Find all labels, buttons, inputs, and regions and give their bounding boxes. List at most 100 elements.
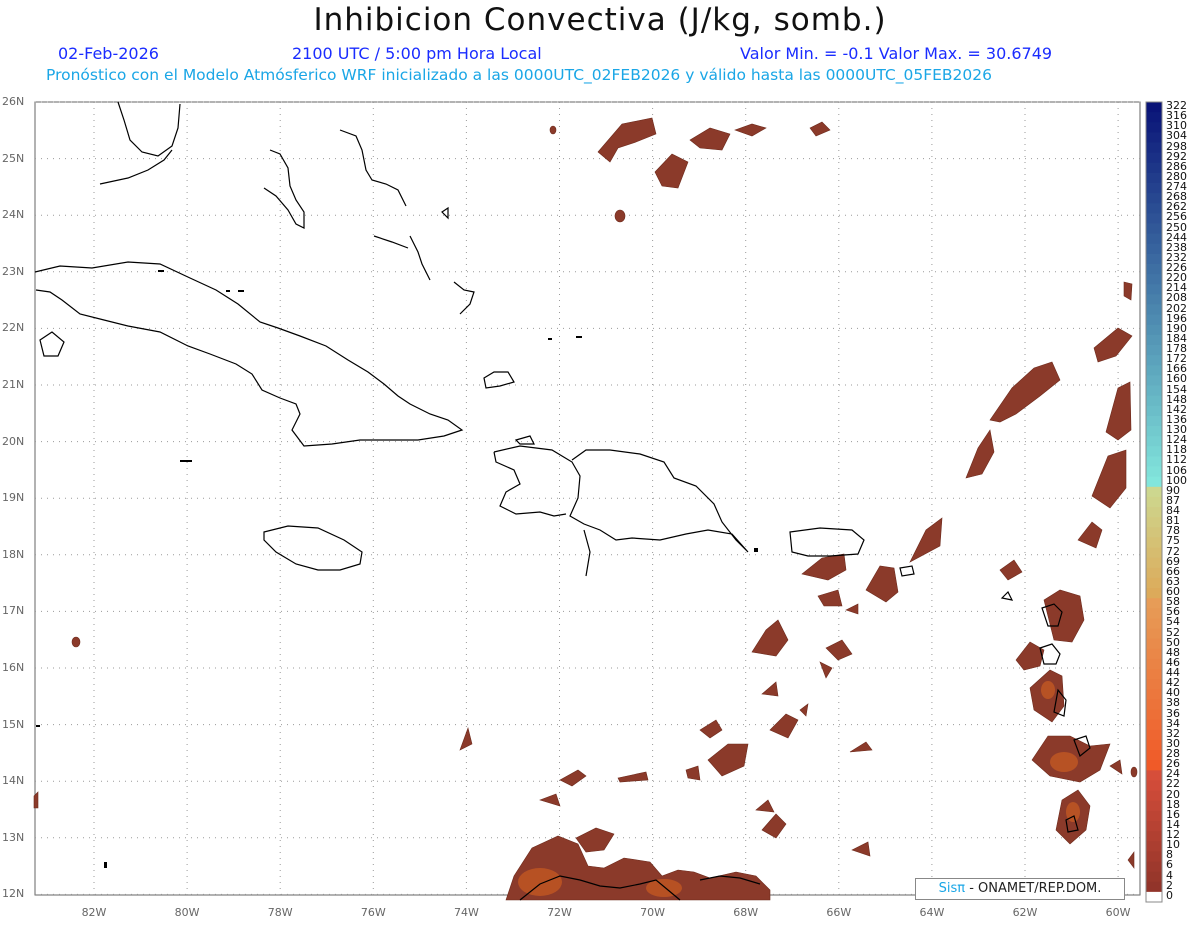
colorbar-swatch: [1146, 385, 1162, 397]
colorbar-swatch: [1146, 598, 1162, 609]
colorbar-swatch: [1146, 820, 1162, 832]
colorbar-swatch: [1146, 415, 1162, 427]
colorbar-swatch: [1146, 334, 1162, 346]
lon-tick-label: 74W: [453, 906, 479, 919]
colorbar-swatch: [1146, 770, 1162, 781]
colorbar-swatch: [1146, 618, 1162, 629]
colorbar-swatch: [1146, 679, 1162, 690]
colorbar-swatch: [1146, 203, 1162, 214]
colorbar-swatch: [1146, 760, 1162, 771]
colorbar-swatch: [1146, 658, 1162, 670]
colorbar-swatch: [1146, 638, 1162, 650]
colorbar-swatch: [1146, 739, 1162, 751]
cin-field-high: [518, 681, 1080, 897]
colorbar-swatch: [1146, 608, 1162, 619]
map-canvas: [33, 101, 1163, 903]
lon-tick-label: 80W: [174, 906, 200, 919]
colorbar-swatch: [1146, 172, 1162, 184]
colorbar-swatch: [1146, 547, 1162, 559]
colorbar-swatch: [1146, 527, 1162, 538]
colorbar-swatch: [1146, 841, 1162, 852]
colorbar-swatch: [1146, 831, 1162, 842]
colorbar-swatch: [1146, 476, 1162, 488]
lat-tick-label: 18N: [2, 547, 25, 561]
colorbar-swatch: [1146, 142, 1162, 154]
colorbar-swatch: [1146, 294, 1162, 305]
colorbar-swatch: [1146, 719, 1162, 731]
colorbar-swatch: [1146, 871, 1162, 883]
colorbar-swatch: [1146, 750, 1162, 761]
colorbar-swatch: [1146, 628, 1162, 640]
lat-tick-label: 26N: [2, 95, 25, 108]
colorbar-swatch: [1146, 800, 1162, 812]
colorbar-swatch: [1146, 780, 1162, 792]
colorbar-swatch: [1146, 345, 1162, 356]
colorbar-swatch: [1146, 355, 1162, 366]
colorbar-swatch: [1146, 709, 1162, 721]
colorbar-swatch: [1146, 729, 1162, 741]
lat-tick-label: 17N: [2, 604, 25, 618]
lon-tick-label: 76W: [360, 906, 386, 919]
colorbar-swatch: [1146, 810, 1162, 822]
colorbar-swatch: [1146, 274, 1162, 285]
colorbar-swatch: [1146, 162, 1162, 174]
colorbar-swatch: [1146, 193, 1162, 204]
colorbar-swatch: [1146, 365, 1162, 376]
lat-tick-label: 20N: [2, 434, 25, 448]
lat-tick-label: 13N: [2, 830, 25, 844]
lat-tick-label: 23N: [2, 264, 25, 278]
lon-tick-label: 64W: [919, 906, 945, 919]
colorbar-swatch: [1146, 223, 1162, 235]
colorbar-swatch: [1146, 557, 1162, 569]
colorbar-tick-label: 0: [1166, 888, 1173, 902]
lon-tick-label: 70W: [640, 906, 666, 919]
colorbar-swatch: [1146, 567, 1162, 579]
colorbar-swatch: [1146, 851, 1162, 862]
colorbar-swatch: [1146, 588, 1162, 599]
colorbar-swatch: [1146, 152, 1162, 164]
lat-tick-label: 19N: [2, 491, 25, 505]
colorbar-swatch: [1146, 264, 1162, 275]
island-dots: [36, 270, 758, 868]
lat-tick-label: 15N: [2, 717, 25, 731]
lon-tick-label: 82W: [81, 906, 107, 919]
colorbar-swatch: [1146, 132, 1162, 143]
colorbar-swatch: [1146, 233, 1162, 245]
colorbar-swatch: [1146, 243, 1162, 255]
colorbar: [1145, 101, 1163, 903]
credit-brand: Sisπ: [938, 881, 966, 896]
colorbar-swatch: [1146, 395, 1162, 407]
lat-tick-label: 21N: [2, 378, 25, 391]
colorbar-swatch: [1146, 669, 1162, 680]
colorbar-swatch: [1146, 426, 1162, 437]
cin-field: [33, 117, 1138, 901]
graticule: [35, 101, 1140, 895]
colorbar-swatch: [1146, 304, 1162, 316]
colorbar-swatch: [1146, 405, 1162, 417]
colorbar-swatch: [1146, 881, 1162, 893]
colorbar-swatch: [1146, 507, 1162, 518]
lon-tick-label: 72W: [547, 906, 572, 919]
colorbar-swatch: [1146, 375, 1162, 386]
lon-tick-label: 68W: [733, 906, 759, 919]
colorbar-swatch: [1146, 456, 1162, 467]
colorbar-swatch: [1146, 486, 1162, 498]
colorbar-swatch: [1146, 446, 1162, 457]
colorbar-swatch: [1146, 324, 1162, 336]
credit-text: - ONAMET/REP.DOM.: [965, 881, 1102, 896]
colorbar-swatch: [1146, 699, 1162, 710]
colorbar-swatch: [1146, 648, 1162, 660]
lon-tick-label: 78W: [267, 906, 293, 919]
colorbar-swatch: [1146, 112, 1162, 123]
colorbar-swatch: [1146, 314, 1162, 326]
lon-tick-label: 66W: [826, 906, 852, 919]
colorbar-swatch: [1146, 891, 1162, 903]
colorbar-swatch: [1146, 496, 1162, 508]
lat-tick-label: 24N: [2, 208, 25, 222]
colorbar-swatch: [1146, 517, 1162, 528]
colorbar-swatch: [1146, 253, 1162, 265]
lat-tick-label: 25N: [2, 151, 25, 165]
lon-tick-label: 60W: [1105, 906, 1131, 919]
colorbar-swatch: [1146, 213, 1162, 224]
lat-tick-label: 12N: [2, 887, 25, 901]
